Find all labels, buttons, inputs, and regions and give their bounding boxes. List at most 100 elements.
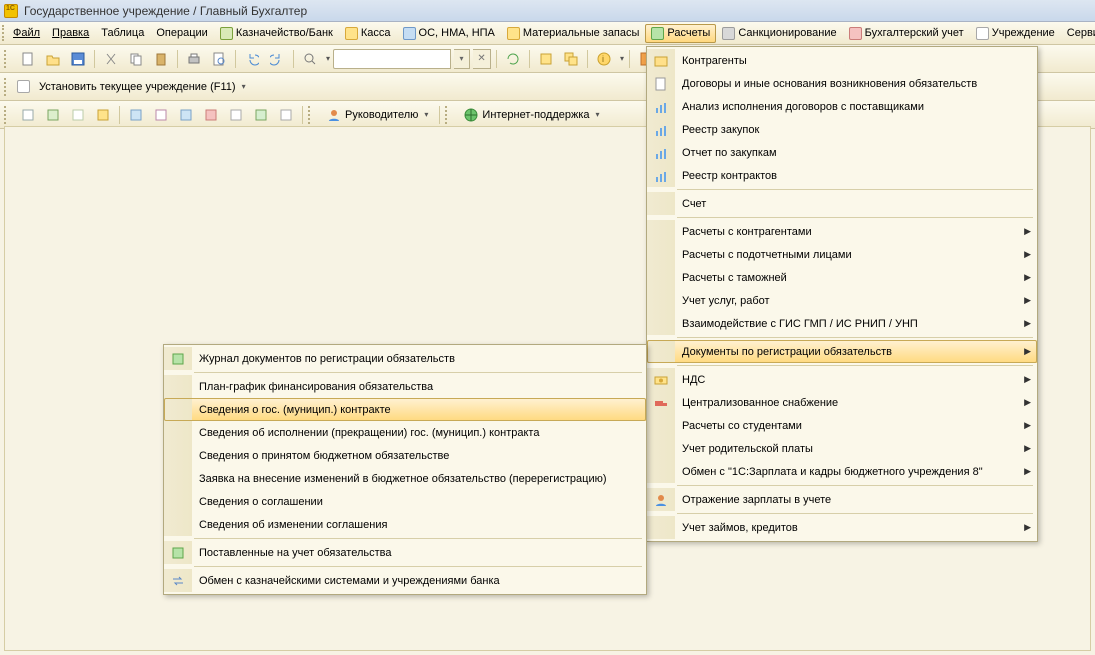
manager-menu[interactable]: Руководителю ▾	[321, 108, 434, 122]
ex-btn-8[interactable]	[200, 104, 222, 126]
toolbar-grip[interactable]	[308, 106, 314, 124]
menu-item-label: Взаимодействие с ГИС ГМП / ИС РНИП / УНП	[675, 318, 1015, 330]
menu-file[interactable]: Файл	[7, 24, 46, 42]
menu-operations[interactable]: Операции	[150, 24, 213, 42]
submenu-item[interactable]: Сведения об изменении соглашения	[164, 513, 646, 536]
menubar: Файл Правка Таблица Операции Казначейств…	[0, 22, 1095, 45]
search-input[interactable]	[333, 49, 451, 69]
copy-button[interactable]	[125, 48, 147, 70]
toolbar-grip[interactable]	[2, 25, 4, 41]
preview-button[interactable]	[208, 48, 230, 70]
menu-item[interactable]: Расчеты с подотчетными лицами▶	[647, 243, 1037, 266]
submenu-item[interactable]: Сведения об исполнении (прекращении) гос…	[164, 421, 646, 444]
redo-button[interactable]	[266, 48, 288, 70]
print-button[interactable]	[183, 48, 205, 70]
menu-cash[interactable]: Касса	[339, 24, 397, 43]
search-clear[interactable]: ✕	[473, 49, 491, 69]
search-button[interactable]	[299, 48, 321, 70]
ex-btn-4[interactable]	[92, 104, 114, 126]
submenu-item[interactable]: Заявка на внесение изменений в бюджетное…	[164, 467, 646, 490]
menu-item[interactable]: Контрагенты	[647, 49, 1037, 72]
menu-service[interactable]: Сервис	[1061, 24, 1095, 42]
open-button[interactable]	[42, 48, 64, 70]
submenu-arrow-icon: ▶	[1024, 249, 1031, 260]
menu-os[interactable]: ОС, НМА, НПА	[397, 24, 501, 43]
cash-icon	[345, 27, 358, 40]
menu-item[interactable]: Расчеты со студентами▶	[647, 414, 1037, 437]
paste-button[interactable]	[150, 48, 172, 70]
link-button[interactable]	[535, 48, 557, 70]
menu-org[interactable]: Учреждение	[970, 24, 1061, 43]
blank-icon	[164, 398, 192, 421]
toolbar-grip[interactable]	[4, 106, 10, 124]
submenu-item[interactable]: План-график финансирования обязательства	[164, 375, 646, 398]
toolbar-grip[interactable]	[4, 78, 10, 96]
menu-item[interactable]: Договоры и иные основания возникновения …	[647, 72, 1037, 95]
dropdown-calc: КонтрагентыДоговоры и иные основания воз…	[646, 46, 1038, 542]
search-caret[interactable]: ▾	[326, 54, 330, 63]
ex-btn-10[interactable]	[250, 104, 272, 126]
ex-btn-2[interactable]	[42, 104, 64, 126]
menu-item[interactable]: Расчеты с таможней▶	[647, 266, 1037, 289]
menu-item[interactable]: Учет родительской платы▶	[647, 437, 1037, 460]
undo-button[interactable]	[241, 48, 263, 70]
menu-item[interactable]: Взаимодействие с ГИС ГМП / ИС РНИП / УНП…	[647, 312, 1037, 335]
submenu-arrow-icon: ▶	[1024, 443, 1031, 454]
ex-btn-3[interactable]	[67, 104, 89, 126]
submenu-item-label: Журнал документов по регистрации обязате…	[192, 353, 634, 365]
menu-item[interactable]: Счет	[647, 192, 1037, 215]
titlebar: Государственное учреждение / Главный Бух…	[0, 0, 1095, 22]
menu-item[interactable]: Учет услуг, работ▶	[647, 289, 1037, 312]
menu-separator	[677, 189, 1033, 190]
submenu-item[interactable]: Сведения о гос. (муницип.) контракте	[164, 398, 646, 421]
menu-calc[interactable]: Расчеты	[645, 24, 716, 43]
submenu-item[interactable]: Сведения о принятом бюджетном обязательс…	[164, 444, 646, 467]
ex-btn-1[interactable]	[17, 104, 39, 126]
menu-item[interactable]: Реестр закупок	[647, 118, 1037, 141]
ex-btn-6[interactable]	[150, 104, 172, 126]
menu-treasury[interactable]: Казначейство/Банк	[214, 24, 339, 43]
submenu-item[interactable]: Поставленные на учет обязательства	[164, 541, 646, 564]
menu-item[interactable]: Обмен с "1С:Зарплата и кадры бюджетного …	[647, 460, 1037, 483]
menu-edit[interactable]: Правка	[46, 24, 95, 42]
menu-item[interactable]: Реестр контрактов	[647, 164, 1037, 187]
menu-item-label: Расчеты с таможней	[675, 272, 1015, 284]
refresh-button[interactable]	[502, 48, 524, 70]
copy-link-button[interactable]	[560, 48, 582, 70]
new-button[interactable]	[17, 48, 39, 70]
help-button[interactable]: i	[593, 48, 615, 70]
ex-btn-7[interactable]	[175, 104, 197, 126]
submenu-item[interactable]: Сведения о соглашении	[164, 490, 646, 513]
menu-item[interactable]: Отчет по закупкам	[647, 141, 1037, 164]
blank-icon	[647, 289, 675, 312]
menu-item-label: Анализ исполнения договоров с поставщика…	[675, 101, 1015, 113]
toolbar-grip[interactable]	[4, 50, 10, 68]
internet-support-menu[interactable]: Интернет-поддержка ▾	[458, 108, 605, 122]
menu-item[interactable]: Анализ исполнения договоров с поставщика…	[647, 95, 1037, 118]
menu-item[interactable]: Документы по регистрации обязательств▶	[647, 340, 1037, 363]
menu-separator	[194, 538, 642, 539]
menu-item[interactable]: Учет займов, кредитов▶	[647, 516, 1037, 539]
menu-item[interactable]: Расчеты с контрагентами▶	[647, 220, 1037, 243]
menu-sanction[interactable]: Санкционирование	[716, 24, 842, 43]
help-icon: i	[597, 52, 611, 66]
menu-accounting[interactable]: Бухгалтерский учет	[843, 24, 970, 43]
menu-table[interactable]: Таблица	[95, 24, 150, 42]
menu-materials[interactable]: Материальные запасы	[501, 24, 646, 43]
set-institution[interactable]: Установить текущее учреждение (F11) ▾	[33, 81, 252, 93]
blank-icon	[647, 460, 675, 483]
search-dropdown[interactable]: ▾	[454, 49, 470, 69]
menu-separator	[677, 485, 1033, 486]
menu-item[interactable]: Отражение зарплаты в учете	[647, 488, 1037, 511]
menu-item[interactable]: Централизованное снабжение▶	[647, 391, 1037, 414]
save-button[interactable]	[67, 48, 89, 70]
cut-button[interactable]	[100, 48, 122, 70]
ex-btn-11[interactable]	[275, 104, 297, 126]
ex-btn-5[interactable]	[125, 104, 147, 126]
blank-icon	[164, 513, 192, 536]
menu-item[interactable]: НДС▶	[647, 368, 1037, 391]
submenu-item[interactable]: Обмен с казначейскими системами и учрежд…	[164, 569, 646, 592]
toolbar-grip[interactable]	[445, 106, 451, 124]
submenu-item[interactable]: Журнал документов по регистрации обязате…	[164, 347, 646, 370]
ex-btn-9[interactable]	[225, 104, 247, 126]
